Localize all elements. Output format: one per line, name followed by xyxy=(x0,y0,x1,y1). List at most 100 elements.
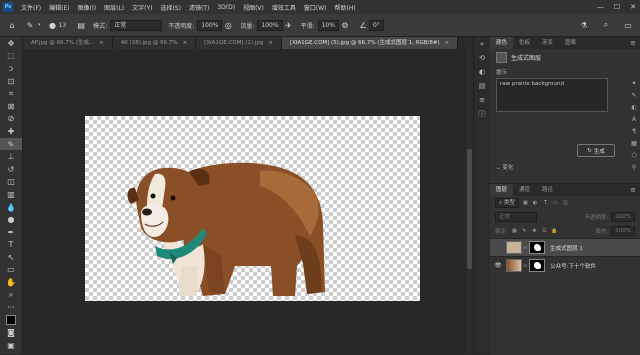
history-icon[interactable]: ⟲ xyxy=(474,51,490,65)
filter-shape-icon[interactable]: ▭ xyxy=(552,200,559,207)
layer-kind-select[interactable]: ⌕ 类型 xyxy=(495,198,519,208)
menu-select[interactable]: 选择(S) xyxy=(156,3,185,12)
history-brush-tool-icon[interactable]: ↺ xyxy=(0,163,22,176)
variations-section[interactable]: ⌄ 变化 xyxy=(496,163,513,171)
search-icon[interactable]: ⌕ xyxy=(600,19,612,31)
rectangle-tool-icon[interactable]: ▭ xyxy=(0,264,22,277)
layer-row[interactable]: ∞ 生成式图层 1 xyxy=(490,238,640,256)
filter-type-icon[interactable]: T xyxy=(542,200,549,207)
eraser-tool-icon[interactable]: ◫ xyxy=(0,176,22,189)
tab-document-3[interactable]: [XIA1GE.COM] (1).jpg × xyxy=(196,37,282,49)
filter-smart-icon[interactable]: ◫ xyxy=(562,200,569,207)
eyedropper-tool-icon[interactable]: ⊘ xyxy=(0,113,22,126)
brush-tool-icon[interactable]: ✎ xyxy=(0,137,22,151)
gear-icon[interactable]: ⚙ xyxy=(339,19,351,31)
crop-tool-icon[interactable]: ⌗ xyxy=(0,87,22,100)
layer-mask-thumbnail[interactable] xyxy=(529,241,546,254)
marquee-tool-icon[interactable]: ⬚ xyxy=(0,50,22,63)
brush-size-picker[interactable]: ● 13 xyxy=(47,19,70,31)
menu-help[interactable]: 帮助(H) xyxy=(331,3,360,12)
scrollbar-thumb[interactable] xyxy=(467,149,472,269)
smoothing-field[interactable]: 10% xyxy=(317,19,339,31)
more-tools-icon[interactable]: ··· xyxy=(0,301,22,314)
info-icon[interactable]: ⓘ xyxy=(474,107,490,121)
filter-adjust-icon[interactable]: ◐ xyxy=(532,200,539,207)
lock-artboard-icon[interactable]: ⊡ xyxy=(541,228,548,235)
layer-name[interactable]: 公众号:下十个软件 xyxy=(550,262,596,270)
lock-move-icon[interactable]: ✥ xyxy=(531,228,538,235)
document-canvas[interactable] xyxy=(85,116,420,301)
layer-row[interactable]: 👁 ∞ 公众号:下十个软件 xyxy=(490,256,640,274)
tab-document-2[interactable]: 4K (38).jpg @ 66.7% × xyxy=(112,37,197,49)
tab-color[interactable]: 颜色 xyxy=(490,37,514,49)
flow-field[interactable]: 100% xyxy=(257,19,283,31)
path-select-tool-icon[interactable]: ↖ xyxy=(0,251,22,264)
adjust-icon[interactable]: ◐ xyxy=(628,101,640,113)
quick-mask-icon[interactable]: ◙ xyxy=(0,327,22,340)
tab-document-active[interactable]: [XIA1GE.COM] (5).jpg @ 66.7% (生成式图层 1, R… xyxy=(281,37,459,49)
pin-icon[interactable]: ⚲ xyxy=(628,161,640,173)
close-icon[interactable]: × xyxy=(445,40,450,46)
tab-gradients[interactable]: 渐变 xyxy=(536,37,559,49)
type-tool-icon[interactable]: T xyxy=(0,239,22,252)
minimize-icon[interactable]: — xyxy=(597,3,604,11)
grid-icon[interactable]: ▦ xyxy=(628,137,640,149)
dodge-tool-icon[interactable]: ● xyxy=(0,213,22,226)
fill-field[interactable]: 100% xyxy=(611,226,635,236)
airbrush-icon[interactable]: ✈ xyxy=(283,19,295,31)
lock-pixels-icon[interactable]: ▦ xyxy=(511,228,518,235)
brush-settings-icon[interactable]: ✎ xyxy=(628,89,640,101)
tab-layers[interactable]: 图层 xyxy=(490,184,514,196)
menu-layer[interactable]: 图层(L) xyxy=(100,3,128,12)
menu-edit[interactable]: 编辑(E) xyxy=(45,3,73,12)
menu-view[interactable]: 视图(V) xyxy=(239,3,268,12)
tab-paths[interactable]: 路径 xyxy=(536,184,559,196)
tab-patterns[interactable]: 图案 xyxy=(559,37,582,49)
healing-brush-tool-icon[interactable]: ✚ xyxy=(0,125,22,138)
frame-tool-icon[interactable]: ⊠ xyxy=(0,100,22,113)
visibility-icon[interactable]: 👁 xyxy=(493,262,503,269)
home-button[interactable]: ⌂ xyxy=(6,19,18,31)
cube-icon[interactable]: ⬡ xyxy=(628,149,640,161)
mode-select[interactable]: 正常 xyxy=(110,19,163,31)
close-icon[interactable]: × xyxy=(268,40,273,46)
menu-plugins[interactable]: 增效工具 xyxy=(268,3,300,12)
adjustments-icon[interactable]: ◐ xyxy=(474,65,490,79)
menu-window[interactable]: 窗口(W) xyxy=(300,3,331,12)
brush-tool-preset[interactable]: ✎ ▾ xyxy=(24,19,41,31)
tab-channels[interactable]: 通道 xyxy=(513,184,536,196)
lock-paint-icon[interactable]: ✎ xyxy=(521,228,528,235)
properties-icon[interactable]: ≡ xyxy=(474,93,490,107)
filter-pixel-icon[interactable]: ▣ xyxy=(522,200,529,207)
vertical-scrollbar[interactable] xyxy=(466,49,473,354)
menu-type[interactable]: 文字(Y) xyxy=(128,3,156,12)
paragraph-icon[interactable]: ¶ xyxy=(628,125,640,137)
menu-filter[interactable]: 滤镜(T) xyxy=(185,3,213,12)
tab-swatches[interactable]: 色板 xyxy=(513,37,536,49)
screen-mode-icon[interactable]: ▣ xyxy=(0,339,22,352)
hand-tool-icon[interactable]: ✋ xyxy=(0,276,22,289)
opacity-field[interactable]: 100% xyxy=(611,212,635,222)
menu-file[interactable]: 文件(F) xyxy=(17,3,45,12)
blend-mode-select[interactable]: 正常 xyxy=(495,212,537,222)
blur-tool-icon[interactable]: 💧 xyxy=(0,201,22,214)
menu-image[interactable]: 图像(I) xyxy=(74,3,100,12)
brush-settings-button[interactable]: ▤ xyxy=(75,19,87,31)
move-tool-icon[interactable]: ✥ xyxy=(0,37,22,50)
flask-icon[interactable]: ⚗ xyxy=(578,19,590,31)
pressure-opacity-icon[interactable]: ◎ xyxy=(222,19,234,31)
lock-all-icon[interactable]: 🔒 xyxy=(551,228,558,235)
layer-mask-thumbnail[interactable] xyxy=(529,259,546,272)
gradient-tool-icon[interactable]: ▥ xyxy=(0,188,22,201)
close-icon[interactable]: ✕ xyxy=(630,3,636,11)
lightbulb-icon[interactable]: ✦ xyxy=(628,77,640,89)
tab-document-1[interactable]: AP.jpg @ 66.7% (生成... × xyxy=(23,37,113,49)
pen-tool-icon[interactable]: ✒ xyxy=(0,226,22,239)
object-select-tool-icon[interactable]: ⊡ xyxy=(0,75,22,88)
menu-3d[interactable]: 3D(D) xyxy=(213,4,239,11)
close-icon[interactable]: × xyxy=(99,40,104,46)
canvas-area[interactable] xyxy=(23,49,466,354)
panel-menu-icon[interactable]: ≡ xyxy=(630,39,636,47)
collapse-arrows-icon[interactable]: « xyxy=(474,37,490,51)
zoom-tool-icon[interactable]: ⌕ xyxy=(0,289,22,302)
